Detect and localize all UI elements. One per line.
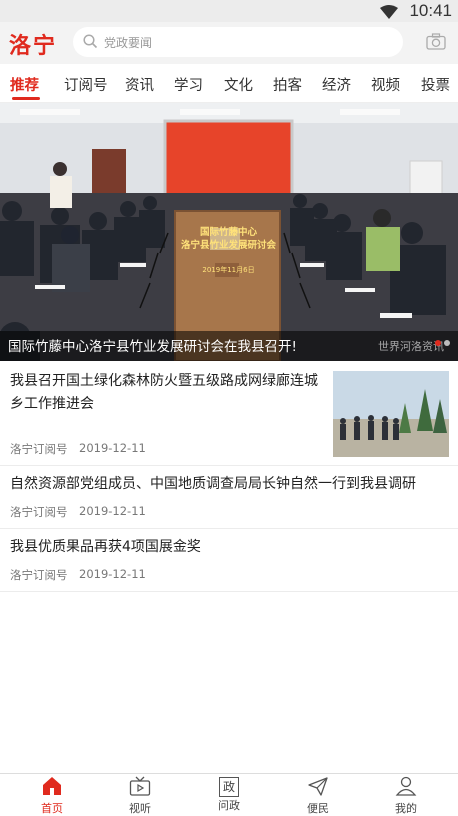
tab-paike[interactable]: 拍客 [273, 74, 302, 95]
home-icon [43, 777, 61, 795]
app-header: 洛宁 党政要闻 [0, 22, 458, 64]
article-source: 洛宁订阅号 [10, 505, 68, 519]
wenzheng-icon: 政 [219, 777, 239, 797]
article-source: 洛宁订阅号 [10, 442, 68, 456]
nav-services-label: 便民 [307, 802, 329, 815]
search-icon [83, 34, 98, 53]
tab-study[interactable]: 学习 [174, 74, 203, 95]
user-icon [395, 776, 417, 796]
article-source: 洛宁订阅号 [10, 568, 68, 582]
nav-wenzheng[interactable]: 政 问政 [199, 776, 259, 813]
nav-home[interactable]: 首页 [22, 776, 82, 816]
status-time: 10:41 [409, 1, 452, 20]
search-input[interactable]: 党政要闻 [73, 27, 403, 57]
tab-economy[interactable]: 经济 [322, 74, 351, 95]
hero-banner-date: 2019年11月6日 [202, 266, 255, 274]
article-date: 2019-12-11 [79, 441, 146, 455]
carousel-dot-active [435, 340, 441, 346]
nav-wenzheng-label: 问政 [218, 799, 240, 812]
nav-audiovisual-label: 视听 [129, 802, 151, 815]
tv-icon [129, 776, 151, 796]
tab-culture[interactable]: 文化 [224, 74, 253, 95]
send-icon [308, 777, 328, 796]
hero-banner-line2: 洛宁县竹业发展研讨会 [180, 240, 276, 251]
article-item[interactable]: 自然资源部党组成员、中国地质调查局局长钟自然一行到我县调研 洛宁订阅号 2019… [0, 466, 458, 529]
nav-mine[interactable]: 我的 [376, 776, 436, 816]
article-title: 我县召开国土绿化森林防火暨五级路成网绿廊连城乡工作推进会 [10, 373, 318, 412]
article-thumbnail-image [333, 371, 449, 457]
camera-icon[interactable] [426, 33, 446, 54]
active-tab-indicator [12, 97, 40, 100]
carousel-indicators [432, 331, 450, 350]
bottom-nav: 首页 视听 政 问政 便民 我的 [0, 773, 458, 816]
carousel-dot [444, 340, 450, 346]
wifi-icon [380, 4, 398, 23]
hero-banner-text: 国际竹藤中心 洛宁县竹业发展研讨会 2019年11月6日 [165, 226, 292, 277]
article-thumbnail [333, 371, 449, 457]
hero-carousel[interactable]: 国际竹藤中心 洛宁县竹业发展研讨会 2019年11月6日 国际竹藤中心洛宁县竹业… [0, 103, 458, 361]
nav-home-label: 首页 [41, 802, 63, 815]
article-title: 我县优质果品再获4项国展金奖 [10, 539, 201, 555]
status-bar: 10:41 [0, 0, 458, 22]
nav-mine-label: 我的 [395, 802, 417, 815]
tab-vote[interactable]: 投票 [421, 74, 450, 95]
article-date: 2019-12-11 [79, 504, 146, 518]
wenzheng-icon-glyph: 政 [222, 780, 235, 794]
hero-banner-line1: 国际竹藤中心 [199, 227, 257, 238]
article-date: 2019-12-11 [79, 567, 146, 581]
nav-services[interactable]: 便民 [288, 776, 348, 816]
tab-recommend[interactable]: 推荐 [10, 74, 39, 95]
app-logo: 洛宁 [9, 33, 58, 59]
tab-subscriptions[interactable]: 订阅号 [64, 74, 108, 95]
category-tabs: 推荐 订阅号 资讯 学习 文化 拍客 经济 视频 投票 [0, 64, 458, 103]
nav-audiovisual[interactable]: 视听 [110, 776, 170, 816]
article-title: 自然资源部党组成员、中国地质调查局局长钟自然一行到我县调研 [10, 476, 416, 492]
hero-caption: 国际竹藤中心洛宁县竹业发展研讨会在我县召开! [8, 339, 297, 355]
tab-video[interactable]: 视频 [371, 74, 400, 95]
article-item[interactable]: 我县优质果品再获4项国展金奖 洛宁订阅号 2019-12-11 [0, 529, 458, 592]
article-item[interactable]: 我县召开国土绿化森林防火暨五级路成网绿廊连城乡工作推进会 洛宁订阅号 2019-… [0, 362, 458, 466]
tab-news[interactable]: 资讯 [125, 74, 154, 95]
search-placeholder: 党政要闻 [104, 36, 153, 50]
